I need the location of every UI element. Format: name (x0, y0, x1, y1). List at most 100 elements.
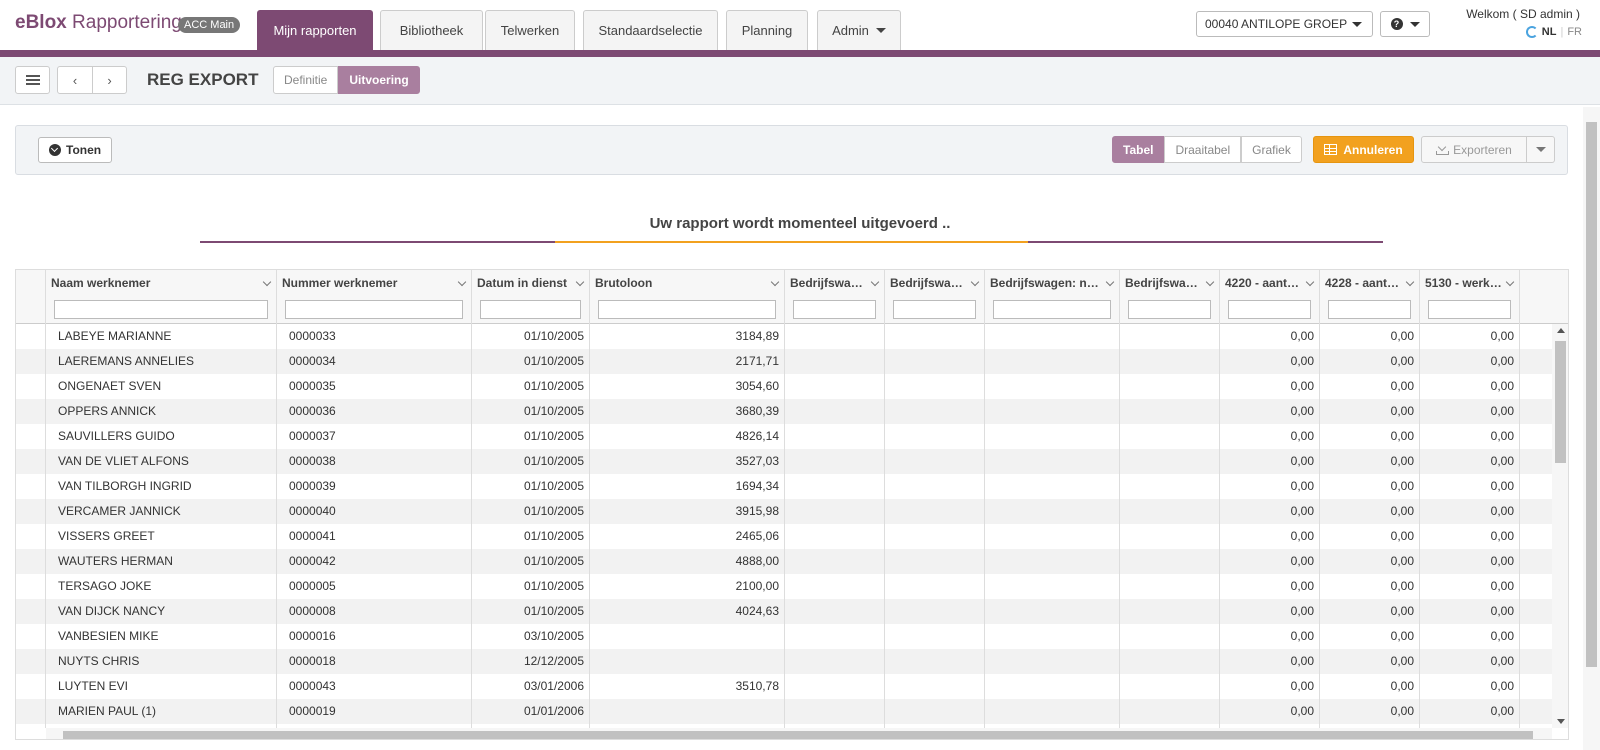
row-selector[interactable] (16, 724, 46, 728)
column-header[interactable]: Bedrijfswagen: ... (785, 270, 885, 324)
row-selector[interactable] (16, 649, 46, 674)
column-filter-input[interactable] (480, 300, 581, 319)
row-selector[interactable] (16, 674, 46, 699)
page-scrollbar[interactable] (1583, 107, 1600, 750)
column-header[interactable]: Brutoloon (590, 270, 785, 324)
row-selector[interactable] (16, 324, 46, 349)
table-row[interactable]: VERCAMER JANNICK 0000040 01/10/2005 3915,98… (16, 499, 1552, 524)
column-menu-chevron-icon[interactable] (870, 277, 880, 287)
table-cell (985, 374, 1120, 399)
table-row[interactable]: MARIEN PAUL (1) 0000019 01/01/2006 0,00 0,00… (16, 699, 1552, 724)
grid-horizontal-scrollbar[interactable] (46, 728, 1552, 739)
column-header[interactable]: Bedrijfswagen: ... (885, 270, 985, 324)
column-filter-input[interactable] (598, 300, 776, 319)
column-menu-chevron-icon[interactable] (770, 277, 780, 287)
column-filter-input[interactable] (54, 300, 268, 319)
table-row[interactable]: OPPERS ANNICK 0000036 01/10/2005 3680,39 0,0… (16, 399, 1552, 424)
column-filter-input[interactable] (1128, 300, 1211, 319)
tab-mijn-rapporten[interactable]: Mijn rapporten (257, 10, 373, 50)
view-grafiek-button[interactable]: Grafiek (1241, 136, 1302, 163)
tab-uitvoering[interactable]: Uitvoering (338, 66, 420, 94)
column-filter-input[interactable] (1228, 300, 1311, 319)
tonen-button[interactable]: Tonen (38, 137, 113, 163)
column-header[interactable]: Nummer werknemer (277, 270, 472, 324)
row-selector[interactable] (16, 624, 46, 649)
scrollbar-thumb[interactable] (1555, 341, 1566, 463)
scroll-down-icon[interactable] (1557, 719, 1565, 724)
column-header[interactable]: 4220 - aantal ... (1220, 270, 1320, 324)
annuleren-button[interactable]: Annuleren (1313, 136, 1414, 163)
tab-planning[interactable]: Planning (726, 10, 808, 50)
previous-button[interactable]: ‹ (57, 66, 93, 94)
column-filter-input[interactable] (1328, 300, 1411, 319)
table-row[interactable]: LUYTEN EVI 0000043 03/01/2006 3510,78 0,00 0,… (16, 674, 1552, 699)
table-row[interactable]: VAN TILBORGH INGRID 0000039 01/10/2005 1694… (16, 474, 1552, 499)
row-selector[interactable] (16, 699, 46, 724)
tab-bibliotheek[interactable]: Bibliotheek (380, 10, 483, 50)
tab-standaardselectie[interactable]: Standaardselectie (583, 10, 718, 50)
table-row[interactable]: SAUVILLERS GUIDO 0000037 01/10/2005 4826,14… (16, 424, 1552, 449)
tab-definitie[interactable]: Definitie (273, 66, 339, 94)
column-menu-chevron-icon[interactable] (575, 277, 585, 287)
row-selector[interactable] (16, 549, 46, 574)
exporteren-button[interactable]: Exporteren (1421, 136, 1527, 163)
column-filter-input[interactable] (893, 300, 976, 319)
column-header[interactable]: Bedrijfswagen: ... (1120, 270, 1220, 324)
table-row[interactable]: NUYTS CHRIS 0000018 12/12/2005 0,00 0,00 0,00 (16, 649, 1552, 674)
row-selector[interactable] (16, 474, 46, 499)
column-filter-input[interactable] (793, 300, 876, 319)
column-header[interactable]: 5130 - werkge... (1420, 270, 1520, 324)
row-selector[interactable] (16, 574, 46, 599)
scrollbar-thumb[interactable] (1586, 122, 1597, 667)
column-menu-chevron-icon[interactable] (457, 277, 467, 287)
column-header[interactable]: Naam werknemer (46, 270, 277, 324)
table-row[interactable]: VISSERS GREET 0000041 01/10/2005 2465,06 0,0… (16, 524, 1552, 549)
table-cell: VERCAMER JANNICK (46, 499, 277, 524)
view-draaitabel-button[interactable]: Draaitabel (1164, 136, 1242, 163)
row-selector[interactable] (16, 524, 46, 549)
row-selector[interactable] (16, 449, 46, 474)
column-menu-chevron-icon[interactable] (970, 277, 980, 287)
next-button[interactable]: › (92, 66, 127, 94)
table-row[interactable]: WAUTERS HERMAN 0000042 01/10/2005 4888,00 0,… (16, 549, 1552, 574)
column-header[interactable]: 4228 - aantal ... (1320, 270, 1420, 324)
scroll-up-icon[interactable] (1557, 328, 1565, 333)
row-selector[interactable] (16, 374, 46, 399)
tab-admin[interactable]: Admin (817, 10, 901, 50)
app-logo[interactable]: eBlox Rapportering (15, 12, 182, 34)
row-selector[interactable] (16, 599, 46, 624)
report-list-button[interactable] (15, 66, 50, 94)
column-filter-input[interactable] (993, 300, 1111, 319)
table-row[interactable]: LAEREMANS ANNELIES 0000034 01/10/2005 2171,… (16, 349, 1552, 374)
lang-fr-link[interactable]: FR (1567, 26, 1582, 38)
view-tabel-button[interactable]: Tabel (1112, 136, 1165, 163)
column-menu-chevron-icon[interactable] (262, 277, 272, 287)
column-header[interactable]: Datum in dienst (472, 270, 590, 324)
tab-telwerken[interactable]: Telwerken (485, 10, 575, 50)
column-filter-input[interactable] (285, 300, 463, 319)
table-row[interactable]: LABEYE MARIANNE 0000033 01/10/2005 3184,89 0… (16, 324, 1552, 349)
row-selector[interactable] (16, 499, 46, 524)
table-row[interactable]: ONGENAET SVEN 0000035 01/10/2005 3054,60 0,0… (16, 374, 1552, 399)
column-menu-chevron-icon[interactable] (1105, 277, 1115, 287)
grid-vertical-scrollbar[interactable] (1552, 324, 1568, 728)
table-row[interactable]: VAN DIJCK NANCY 0000008 01/10/2005 4024,63 0… (16, 599, 1552, 624)
scrollbar-thumb[interactable] (63, 731, 1533, 739)
column-menu-chevron-icon[interactable] (1205, 277, 1215, 287)
export-options-button[interactable] (1527, 136, 1555, 163)
company-select[interactable]: 00040 ANTILOPE GROEP (1196, 11, 1373, 37)
column-menu-chevron-icon[interactable] (1305, 277, 1315, 287)
row-selector[interactable] (16, 424, 46, 449)
column-menu-chevron-icon[interactable] (1505, 277, 1515, 287)
column-filter-input[interactable] (1428, 300, 1511, 319)
column-menu-chevron-icon[interactable] (1405, 277, 1415, 287)
table-row[interactable]: VANBESIEN MIKE 0000016 03/10/2005 0,00 0,00 0… (16, 624, 1552, 649)
table-row[interactable]: VAN DE VLIET ALFONS 0000038 01/10/2005 3527… (16, 449, 1552, 474)
help-menu-button[interactable]: ? (1380, 11, 1430, 37)
row-selector[interactable] (16, 349, 46, 374)
welcome-user[interactable]: Welkom ( SD admin ) (1466, 7, 1580, 21)
row-selector[interactable] (16, 399, 46, 424)
lang-nl-link[interactable]: NL (1542, 26, 1557, 38)
table-row[interactable]: TERSAGO JOKE 0000005 01/10/2005 2100,00 0,00… (16, 574, 1552, 599)
column-header[interactable]: Bedrijfswagen: num... (985, 270, 1120, 324)
